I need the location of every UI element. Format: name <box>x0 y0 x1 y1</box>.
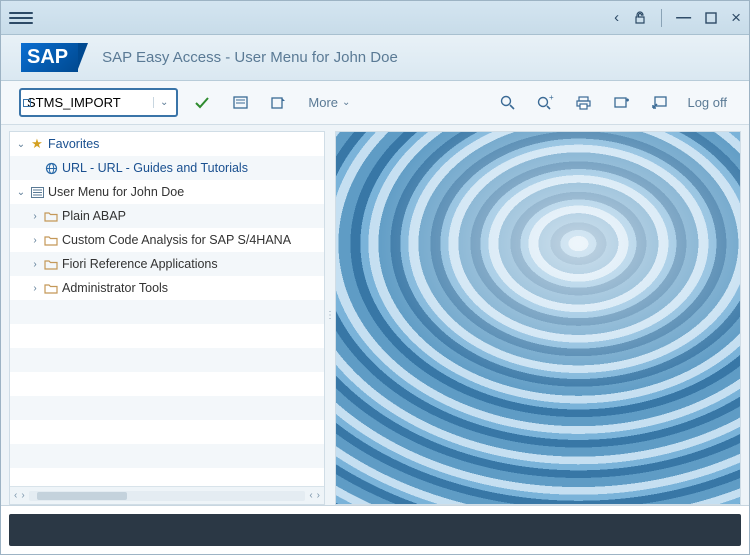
scroll-left-icon[interactable]: ‹ <box>14 490 17 501</box>
chevron-right-icon[interactable]: › <box>28 283 42 294</box>
chevron-right-icon[interactable]: › <box>28 211 42 222</box>
folder-icon <box>42 235 60 246</box>
search-button[interactable] <box>493 89 521 117</box>
tree-node-folder[interactable]: › Custom Code Analysis for SAP S/4HANA <box>10 228 324 252</box>
folder-icon <box>42 283 60 294</box>
tree-node-favorites[interactable]: ⌄ ★ Favorites <box>10 132 324 156</box>
close-icon[interactable]: × <box>731 8 741 28</box>
scroll-right-icon[interactable]: › <box>21 490 24 501</box>
scrollbar-track[interactable] <box>29 491 306 501</box>
divider <box>661 9 662 27</box>
more-label: More <box>308 95 338 110</box>
navigation-tree-panel: ⌄ ★ Favorites URL - URL - Guides and Tut… <box>9 131 325 505</box>
app-window: ‹ — × SAP SAP Easy Access - User Menu fo… <box>0 0 750 555</box>
tree-label: Favorites <box>46 137 99 151</box>
maximize-icon[interactable] <box>705 12 717 24</box>
url-link-icon <box>42 162 60 175</box>
chevron-down-icon[interactable]: ⌄ <box>14 187 28 198</box>
tree-label: User Menu for John Doe <box>46 185 184 199</box>
svg-text:+: + <box>549 95 554 102</box>
logoff-button[interactable]: Log off <box>683 95 731 110</box>
menu-node-button[interactable] <box>226 89 254 117</box>
tree-row-empty <box>10 444 324 468</box>
tree-node-folder[interactable]: › Plain ABAP <box>10 204 324 228</box>
tree-label: URL - URL - Guides and Tutorials <box>60 161 248 175</box>
new-session-button[interactable] <box>607 89 635 117</box>
tree-row-empty <box>10 396 324 420</box>
folder-icon <box>42 259 60 270</box>
menu-root-icon <box>28 187 46 198</box>
back-icon[interactable]: ‹ <box>614 9 619 26</box>
chevron-down-icon[interactable]: ⌄ <box>14 139 28 150</box>
command-field[interactable] <box>23 92 153 113</box>
tree-label: Custom Code Analysis for SAP S/4HANA <box>60 233 291 247</box>
tree-node-folder[interactable]: › Administrator Tools <box>10 276 324 300</box>
tree-node-fav-item[interactable]: URL - URL - Guides and Tutorials <box>10 156 324 180</box>
toolbar: ⌄ More ⌄ + Log off <box>1 81 749 125</box>
tree-node-folder[interactable]: › Fiori Reference Applications <box>10 252 324 276</box>
chevron-right-icon[interactable]: › <box>28 235 42 246</box>
minimize-icon[interactable]: — <box>676 9 691 26</box>
background-image-panel <box>335 131 741 505</box>
tree-row-empty <box>10 348 324 372</box>
tree-row-empty <box>10 324 324 348</box>
more-button[interactable]: More ⌄ <box>302 95 356 110</box>
tree-label: Fiori Reference Applications <box>60 257 218 271</box>
sap-logo: SAP <box>21 43 78 72</box>
unlock-icon[interactable] <box>633 11 647 25</box>
chevron-down-icon: ⌄ <box>342 97 350 108</box>
navigation-tree[interactable]: ⌄ ★ Favorites URL - URL - Guides and Tut… <box>10 132 324 486</box>
tree-label: Administrator Tools <box>60 281 168 295</box>
hamburger-menu-icon[interactable] <box>9 6 33 30</box>
command-field-container: ⌄ <box>19 88 178 117</box>
execute-button[interactable] <box>188 89 216 117</box>
tree-label: Plain ABAP <box>60 209 126 223</box>
content-area: ⌄ ★ Favorites URL - URL - Guides and Tut… <box>1 125 749 506</box>
folder-icon <box>42 211 60 222</box>
favorites-icon: ★ <box>28 136 46 152</box>
scroll-left-icon[interactable]: ‹ <box>309 490 312 501</box>
tree-row-empty <box>10 372 324 396</box>
tree-row-empty <box>10 300 324 324</box>
command-dropdown[interactable]: ⌄ <box>153 97 174 108</box>
scrollbar-thumb[interactable] <box>37 492 127 500</box>
header: SAP SAP Easy Access - User Menu for John… <box>1 35 749 81</box>
titlebar: ‹ — × <box>1 1 749 35</box>
tree-horizontal-scrollbar[interactable]: ‹ › ‹ › <box>10 486 324 504</box>
tree-row-empty <box>10 420 324 444</box>
shortcut-button[interactable] <box>645 89 673 117</box>
search-next-button[interactable]: + <box>531 89 559 117</box>
scroll-right-icon[interactable]: › <box>317 490 320 501</box>
chevron-right-icon[interactable]: › <box>28 259 42 270</box>
user-menu-button[interactable] <box>264 89 292 117</box>
tree-node-user-menu[interactable]: ⌄ User Menu for John Doe <box>10 180 324 204</box>
print-button[interactable] <box>569 89 597 117</box>
status-bar <box>9 514 741 546</box>
splitter-handle[interactable]: ⋮ <box>325 125 335 505</box>
page-title: SAP Easy Access - User Menu for John Doe <box>102 49 398 66</box>
